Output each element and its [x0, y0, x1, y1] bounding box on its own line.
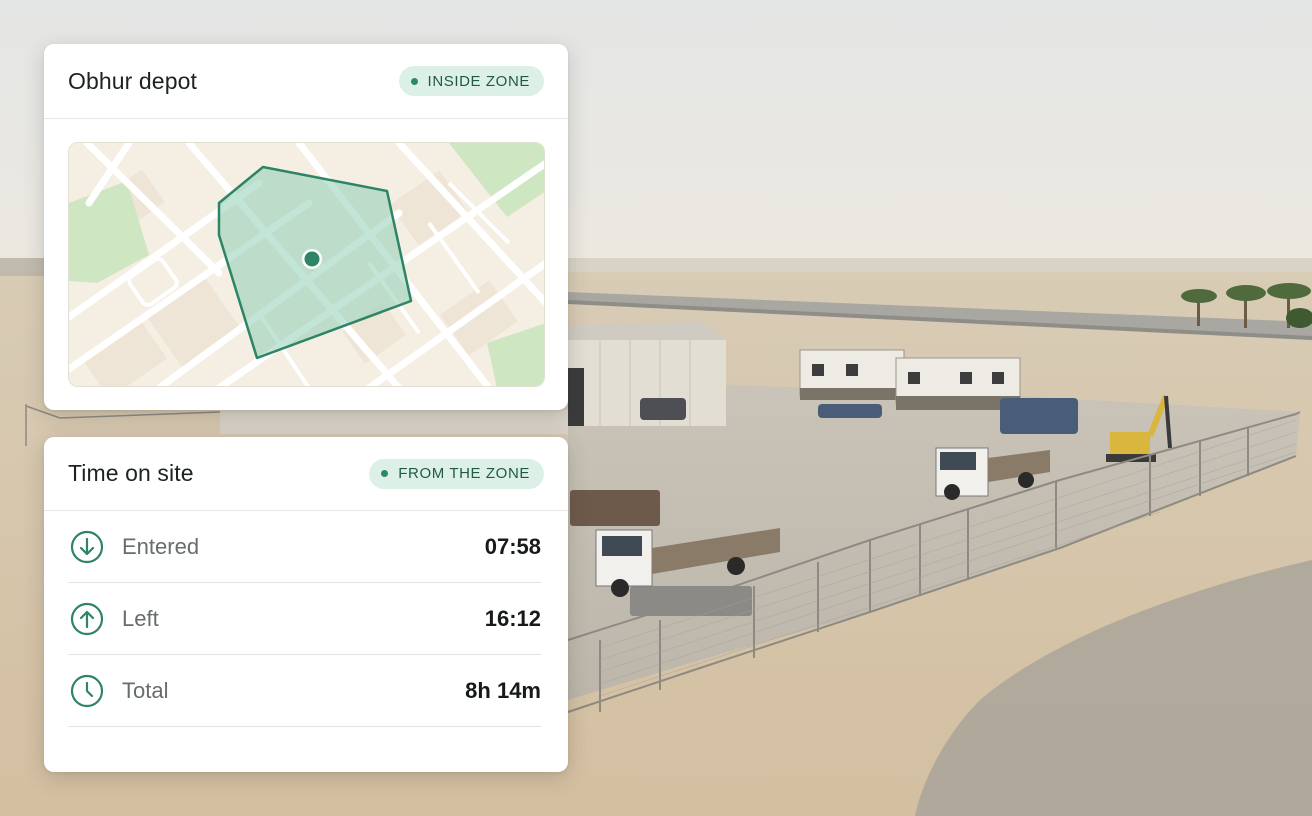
arrow-down-circle-icon	[70, 530, 104, 563]
time-rows: Entered 07:58 Left 16:12 Total 8h 14m	[44, 511, 568, 727]
zone-title: Obhur depot	[68, 67, 197, 94]
map-canvas	[69, 143, 544, 386]
geofence-map[interactable]	[68, 142, 545, 387]
clock-icon	[70, 674, 104, 707]
time-on-site-card: Time on site FROM THE ZONE Entered 07:58…	[44, 437, 568, 772]
entered-time: 07:58	[484, 533, 541, 559]
time-card-title: Time on site	[68, 460, 194, 486]
source-badge: FROM THE ZONE	[369, 458, 544, 489]
vehicle-location-marker	[304, 251, 320, 267]
arrow-up-circle-icon	[70, 602, 104, 635]
total-row: Total 8h 14m	[68, 655, 541, 727]
time-card-header: Time on site FROM THE ZONE	[44, 437, 568, 511]
status-dot-icon	[381, 470, 389, 477]
entered-label: Entered	[122, 533, 200, 559]
zone-card-header: Obhur depot INSIDE ZONE	[44, 44, 568, 119]
left-label: Left	[122, 605, 159, 631]
source-badge-text: FROM THE ZONE	[398, 465, 530, 482]
left-row: Left 16:12	[68, 583, 541, 655]
entered-row: Entered 07:58	[68, 511, 541, 583]
zone-status-badge: INSIDE ZONE	[398, 66, 544, 96]
total-duration: 8h 14m	[465, 677, 541, 703]
status-dot-icon	[410, 77, 418, 85]
total-label: Total	[122, 677, 169, 703]
zone-card: Obhur depot INSIDE ZONE	[44, 44, 568, 410]
zone-status-text: INSIDE ZONE	[427, 72, 530, 90]
left-time: 16:12	[484, 605, 541, 631]
